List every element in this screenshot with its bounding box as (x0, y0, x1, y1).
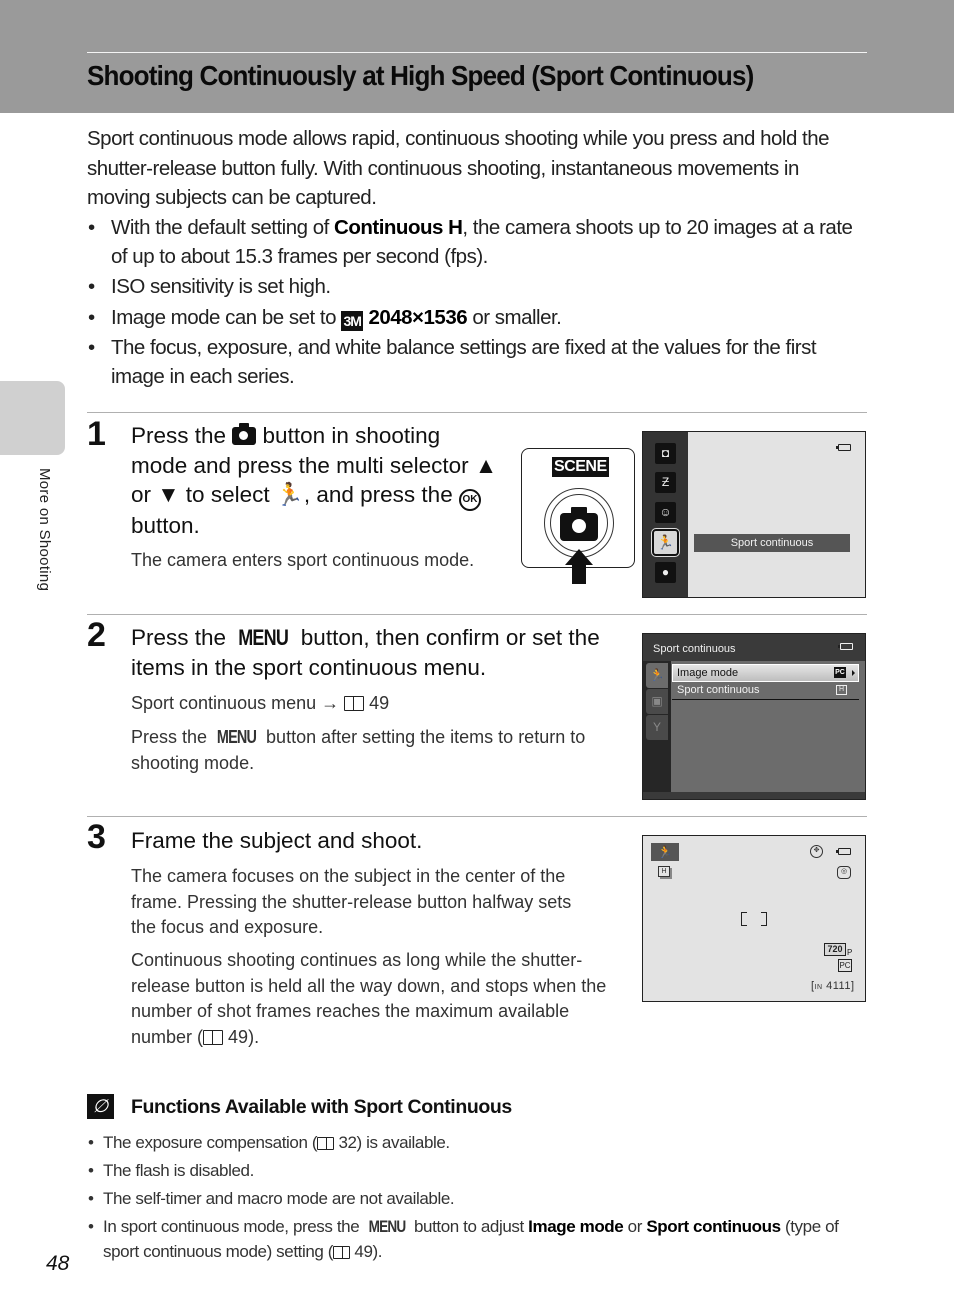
image-size-3m-icon: 3M (341, 310, 364, 331)
intro-paragraph: Sport continuous mode allows rapid, cont… (87, 127, 830, 209)
book-reference-icon (333, 1245, 351, 1259)
auto-mode-icon: ● (655, 562, 676, 583)
note-item: The exposure compensation ( 32) is avail… (87, 1131, 867, 1156)
step-1-text: The camera enters sport continuous mode. (131, 550, 475, 570)
step-divider (87, 412, 867, 413)
note-pencil-icon: ∅ (87, 1094, 114, 1119)
step-divider (87, 614, 867, 615)
continuous-mode-icon: H (658, 866, 670, 877)
book-reference-icon (317, 1137, 335, 1150)
camera-icon (560, 507, 598, 541)
header-band (0, 0, 954, 113)
step-number: 3 (87, 818, 106, 856)
sport-continuous-icon: 🏃 (651, 528, 680, 557)
camera-icon (232, 423, 257, 445)
menu-tab-column: 🏃 ▣ Y (643, 661, 671, 794)
page-title: Shooting Continuously at High Speed (Spo… (87, 60, 754, 91)
image-mode-icon: PC (838, 959, 852, 972)
battery-icon (836, 848, 851, 855)
book-reference-icon (344, 696, 365, 711)
setup-tab-icon: Y (646, 715, 668, 740)
book-reference-icon (203, 1029, 224, 1045)
note-item: The self-timer and macro mode are not av… (87, 1187, 867, 1212)
bullet-image-mode: Image mode can be set to 3M 2048×1536 or… (87, 304, 867, 333)
scene-auto-icon: Ƶ (655, 472, 676, 493)
press-arrow-icon (565, 549, 593, 565)
continuous-mode-value: H (836, 685, 847, 695)
step-2-title: Press the MENU button, then confirm or s… (131, 625, 600, 680)
bullet-focus-exposure: The focus, exposure, and white balance s… (87, 334, 867, 391)
step-3-title: Frame the subject and shoot. (131, 828, 423, 853)
menu-footer (643, 792, 865, 799)
scene-selection-screen: ◘ Ƶ ☺ 🏃 ● Sport continuous (642, 431, 866, 598)
press-arrow-stem (572, 564, 586, 584)
step-2-reference: Sport continuous menu → 49 (131, 693, 390, 713)
menu-button-icon: MENU (216, 727, 257, 747)
focus-bracket-left (741, 912, 747, 926)
sport-continuous-icon: 🏃 (651, 843, 679, 861)
battery-icon (838, 643, 853, 650)
internal-memory-icon: IN (814, 984, 823, 991)
step-3-text-2: Continuous shooting continues as long wh… (131, 950, 607, 1047)
step-3-text-1: The camera focuses on the subject in the… (131, 866, 572, 937)
step-2-text: Press the MENU button after setting the … (131, 727, 586, 773)
menu-button-icon: MENU (238, 625, 290, 650)
shooting-screen: 🏃 H ✥ ◎ 720 P PC [IN 4111] (642, 835, 866, 1002)
header-rule (87, 52, 867, 53)
battery-icon (836, 444, 851, 451)
step-number: 2 (87, 616, 106, 654)
bullet-continuous-h: With the default setting of Continuous H… (87, 214, 867, 271)
feature-bullets: With the default setting of Continuous H… (87, 214, 867, 393)
mode-icon-column: ◘ Ƶ ☺ 🏃 ● (643, 432, 688, 597)
movie-suffix: P (847, 948, 853, 957)
selected-mode-label: Sport continuous (694, 534, 850, 552)
sport-tab-icon: 🏃 (646, 663, 668, 688)
smile-icon: ☺ (655, 502, 676, 523)
continuous-h-term: Continuous H (334, 216, 463, 239)
movie-size-icon: 720 (824, 943, 846, 956)
submenu-arrow-icon (852, 670, 855, 676)
step-divider (87, 816, 867, 817)
smart-portrait-icon: ◘ (655, 443, 676, 464)
bullet-iso: ISO sensitivity is set high. (87, 273, 867, 302)
focus-bracket-right (761, 912, 767, 926)
image-mode-value: PC (834, 667, 846, 678)
up-arrow-icon: ▲ (474, 452, 498, 478)
menu-button-icon: MENU (368, 1217, 406, 1236)
step-number: 1 (87, 415, 106, 453)
vibration-reduction-icon: ✥ (810, 845, 823, 858)
reference-page-link[interactable]: 49 (354, 1242, 373, 1261)
ok-button-icon: OK (458, 489, 481, 511)
note-list: The exposure compensation ( 32) is avail… (87, 1131, 867, 1268)
section-label: More on Shooting (36, 468, 53, 592)
reference-page-link[interactable]: 49 (228, 1027, 248, 1047)
menu-item-image-mode: Image mode PC (672, 664, 859, 682)
shooting-mode-button-illustration: SCENE (521, 448, 635, 584)
menu-header: Sport continuous (643, 634, 865, 661)
image-size-term: 2048×1536 (368, 305, 468, 329)
note-item: In sport continuous mode, press the MENU… (87, 1215, 867, 1264)
sport-continuous-menu-screen: Sport continuous 🏃 ▣ Y Image mode PC Spo… (642, 633, 866, 800)
page-number: 48 (46, 1252, 70, 1275)
sport-continuous-icon: 🏃 (275, 482, 304, 507)
down-arrow-icon: ▼ (157, 482, 180, 507)
motion-detection-icon: ◎ (837, 866, 851, 879)
note-title: Functions Available with Sport Continuou… (131, 1096, 512, 1118)
reference-page-link[interactable]: 49 (369, 693, 389, 713)
reference-page-link[interactable]: 32 (338, 1133, 357, 1152)
menu-item-sport-continuous: Sport continuous H (672, 683, 859, 700)
scene-label: SCENE (552, 457, 609, 477)
section-tab[interactable] (0, 381, 65, 455)
note-item: The flash is disabled. (87, 1159, 867, 1184)
shots-remaining: [IN 4111] (811, 980, 855, 992)
movie-tab-icon: ▣ (646, 689, 668, 714)
step-1-title: Press the button in shooting mode and pr… (131, 423, 498, 538)
